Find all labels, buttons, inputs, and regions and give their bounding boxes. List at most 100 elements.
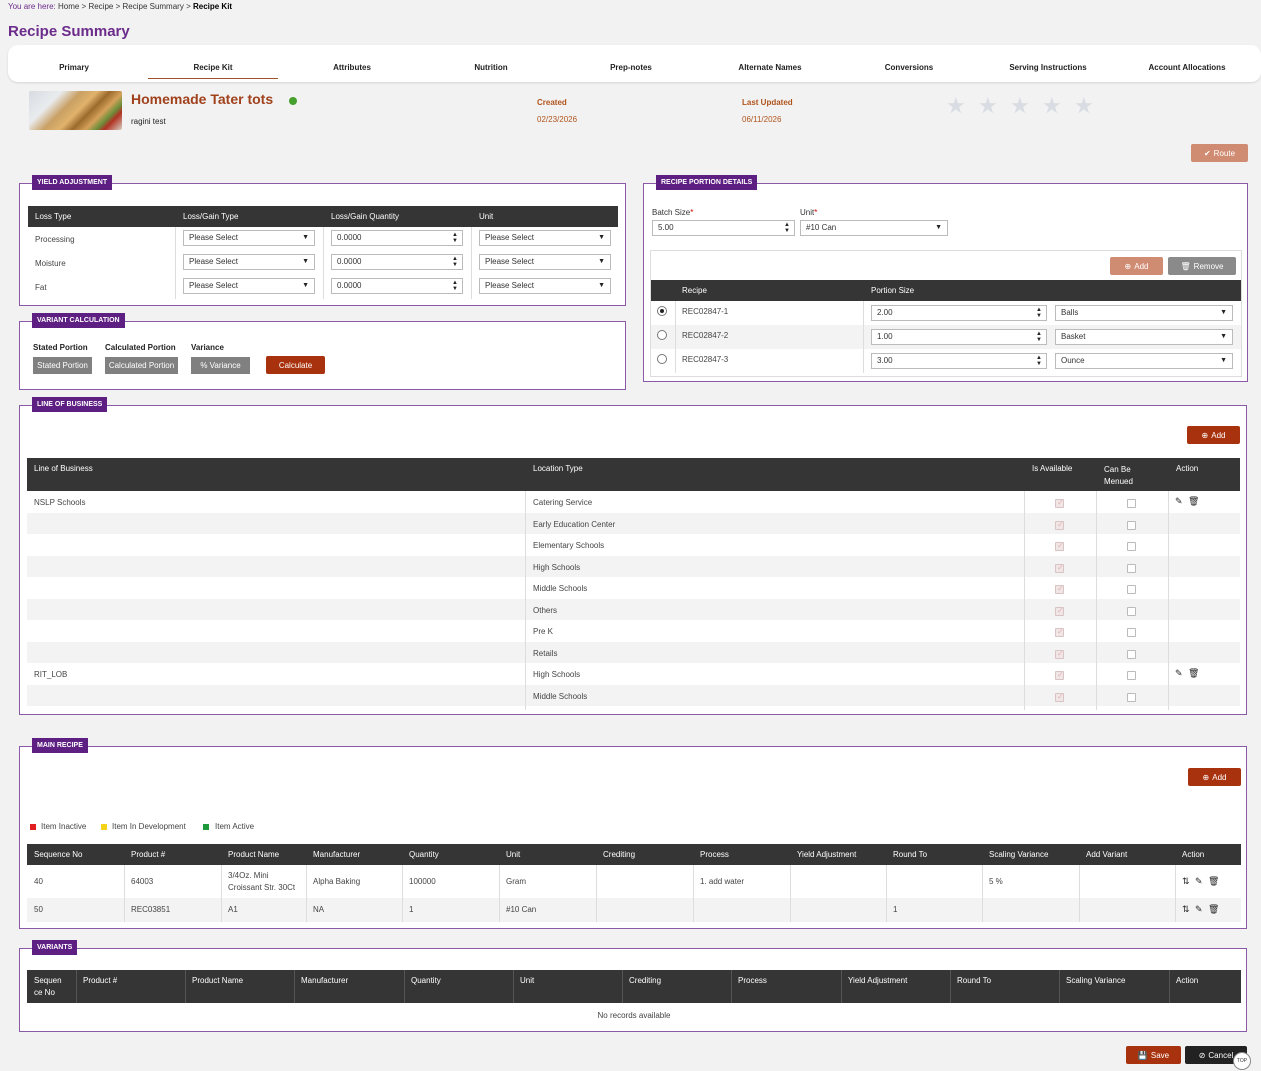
scroll-top-button[interactable]: TOP <box>1233 1052 1251 1070</box>
calculated-portion-field[interactable]: Calculated Portion <box>105 357 178 374</box>
tab-attributes[interactable]: Attributes <box>287 63 417 72</box>
trash-icon[interactable]: 🗑 <box>1188 496 1199 507</box>
loss-gain-quantity-input[interactable]: 0.0000 ▲ ▼ <box>331 254 463 270</box>
recipe-portion-panel: RECIPE PORTION DETAILS Batch Size* 5.00 ▲… <box>643 175 1248 382</box>
can-be-menued-checkbox[interactable] <box>1127 499 1136 508</box>
updated-label: Last Updated <box>742 98 793 107</box>
spinner-icon[interactable]: ▲ ▼ <box>1036 331 1042 343</box>
breadcrumb-recipe[interactable]: Recipe <box>88 2 113 11</box>
portion-unit-select[interactable]: Ounce ▼ <box>1055 353 1233 369</box>
unit-select[interactable]: Please Select ▼ <box>479 230 611 246</box>
tab-serving-instructions[interactable]: Serving Instructions <box>983 63 1113 72</box>
spinner-icon[interactable]: ▲ ▼ <box>1036 307 1042 319</box>
is-available-checkbox[interactable] <box>1055 649 1064 659</box>
add-lob-button[interactable]: ⊕ Add <box>1187 426 1240 444</box>
column-header: Product # <box>131 850 166 859</box>
star-icon[interactable]: ★ <box>978 93 998 119</box>
spinner-icon[interactable]: ▲ ▼ <box>452 280 458 292</box>
portion-radio[interactable] <box>657 306 667 316</box>
can-be-menued-checkbox[interactable] <box>1127 542 1136 551</box>
tab-alternate-names[interactable]: Alternate Names <box>705 63 835 72</box>
portion-unit-select[interactable]: Balls ▼ <box>1055 305 1233 321</box>
can-be-menued-checkbox[interactable] <box>1127 606 1136 616</box>
can-be-menued-checkbox[interactable] <box>1127 628 1136 637</box>
portion-unit-select[interactable]: Basket ▼ <box>1055 329 1233 345</box>
is-available-checkbox[interactable] <box>1055 541 1064 551</box>
chevron-down-icon: ▼ <box>302 234 309 241</box>
remove-portion-button[interactable]: 🗑 Remove <box>1168 257 1236 275</box>
spinner-icon[interactable]: ▲ ▼ <box>452 232 458 244</box>
is-available-checkbox[interactable] <box>1055 498 1064 508</box>
batch-unit-select[interactable]: #10 Can ▼ <box>800 220 948 236</box>
add-portion-button[interactable]: ⊕ Add <box>1110 257 1163 275</box>
unit-select[interactable]: Please Select ▼ <box>479 278 611 294</box>
column-header: Quantity <box>411 976 441 985</box>
location-type: High Schools <box>533 670 581 679</box>
panel-title: RECIPE PORTION DETAILS <box>656 175 758 190</box>
portion-size-input[interactable]: 2.00 ▲ ▼ <box>871 305 1047 321</box>
is-available-checkbox[interactable] <box>1055 692 1064 702</box>
spinner-icon[interactable]: ▲ ▼ <box>452 256 458 268</box>
can-be-menued-checkbox[interactable] <box>1127 563 1136 573</box>
reorder-icon[interactable]: ⇅ <box>1182 904 1190 915</box>
variance-field[interactable]: % Variance <box>191 357 250 374</box>
route-button[interactable]: ✔ Route <box>1191 144 1248 162</box>
loss-type: Processing <box>35 235 75 244</box>
star-icon[interactable]: ★ <box>1074 93 1094 119</box>
tab-conversions[interactable]: Conversions <box>844 63 974 72</box>
is-available-checkbox[interactable] <box>1055 627 1064 637</box>
is-available-checkbox[interactable] <box>1055 670 1064 680</box>
calculate-button[interactable]: Calculate <box>266 356 325 374</box>
tab-prep-notes[interactable]: Prep-notes <box>566 63 696 72</box>
portion-radio[interactable] <box>657 354 667 364</box>
star-icon[interactable]: ★ <box>1042 93 1062 119</box>
loss-gain-quantity-input[interactable]: 0.0000 ▲ ▼ <box>331 278 463 294</box>
is-available-checkbox[interactable] <box>1055 584 1064 594</box>
unit-select[interactable]: Please Select ▼ <box>479 254 611 270</box>
portion-size-input[interactable]: 3.00 ▲ ▼ <box>871 353 1047 369</box>
is-available-checkbox[interactable] <box>1055 520 1064 530</box>
reorder-icon[interactable]: ⇅ <box>1182 876 1190 887</box>
tab-account-allocations[interactable]: Account Allocations <box>1122 63 1252 72</box>
loss-gain-type-select[interactable]: Please Select ▼ <box>183 278 315 294</box>
can-be-menued-checkbox[interactable] <box>1127 585 1136 594</box>
breadcrumb-recipe-summary[interactable]: Recipe Summary <box>122 2 183 11</box>
can-be-menued-checkbox[interactable] <box>1127 671 1136 680</box>
is-available-checkbox[interactable] <box>1055 606 1064 616</box>
main-recipe-table-header: Sequence No Product # Product Name Manufact… <box>27 844 1241 865</box>
tab-recipe-kit[interactable]: Recipe Kit <box>148 63 278 79</box>
pencil-icon[interactable]: ✎ <box>1195 904 1203 915</box>
can-be-menued-checkbox[interactable] <box>1127 692 1136 702</box>
save-button[interactable]: 💾 Save <box>1126 1046 1181 1064</box>
add-ingredient-button[interactable]: ⊕ Add <box>1188 768 1241 786</box>
created-label: Created <box>537 98 567 107</box>
batch-size-input[interactable]: 5.00 ▲ ▼ <box>652 220 795 236</box>
stated-portion-field[interactable]: Stated Portion <box>33 357 92 374</box>
can-be-menued-checkbox[interactable] <box>1127 649 1136 659</box>
portion-radio[interactable] <box>657 330 667 340</box>
tab-primary[interactable]: Primary <box>9 63 139 72</box>
location-type: Catering Service <box>533 498 593 507</box>
is-available-checkbox[interactable] <box>1055 563 1064 573</box>
spinner-icon[interactable]: ▲ ▼ <box>1036 355 1042 367</box>
check-icon: ✔ <box>1203 148 1211 158</box>
loss-gain-quantity-input[interactable]: 0.0000 ▲ ▼ <box>331 230 463 246</box>
loss-gain-type-select[interactable]: Please Select ▼ <box>183 230 315 246</box>
trash-icon[interactable]: 🗑 <box>1188 668 1199 679</box>
can-be-menued-checkbox[interactable] <box>1127 520 1136 530</box>
pencil-icon[interactable]: ✎ <box>1195 876 1203 887</box>
loss-gain-type-select[interactable]: Please Select ▼ <box>183 254 315 270</box>
portion-size-input[interactable]: 1.00 ▲ ▼ <box>871 329 1047 345</box>
trash-icon[interactable]: 🗑 <box>1208 876 1219 887</box>
recipe-cell: REC03851 <box>131 905 171 914</box>
spinner-icon[interactable]: ▲ ▼ <box>784 222 790 234</box>
tab-nutrition[interactable]: Nutrition <box>426 63 556 72</box>
recipe-cell: 1 <box>409 905 414 914</box>
trash-icon[interactable]: 🗑 <box>1208 904 1219 915</box>
breadcrumb-home[interactable]: Home <box>58 2 79 11</box>
star-icon[interactable]: ★ <box>946 93 966 119</box>
column-header: Process <box>700 850 729 859</box>
pencil-icon[interactable]: ✎ <box>1175 668 1183 679</box>
star-icon[interactable]: ★ <box>1010 93 1030 119</box>
pencil-icon[interactable]: ✎ <box>1175 496 1183 507</box>
